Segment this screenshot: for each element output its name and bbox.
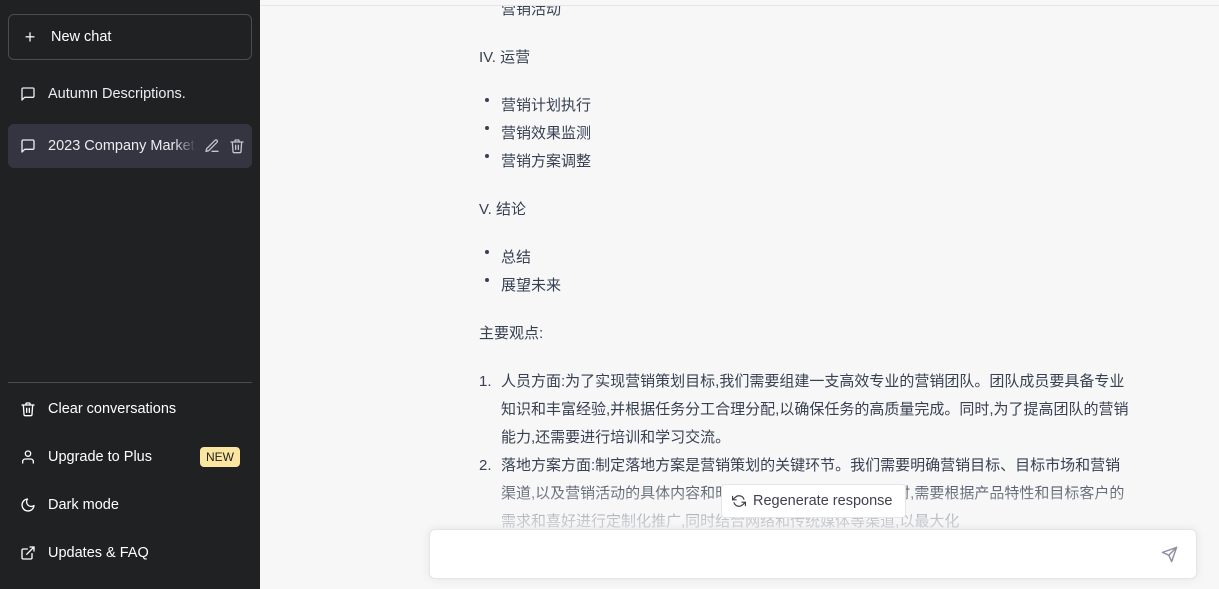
conversation-label: Autumn Descriptions. <box>48 86 186 102</box>
list-item: 营销方案调整 <box>501 153 592 170</box>
chat-bubble-icon <box>21 139 35 153</box>
sidebar-divider <box>8 382 252 383</box>
clear-conversations-label: Clear conversations <box>48 401 177 417</box>
list-item: 总结 <box>501 249 532 266</box>
bullet-icon <box>485 154 489 158</box>
section-heading-conclusion: V. 结论 <box>479 201 526 218</box>
conversation-item-autumn-descriptions[interactable]: Autumn Descriptions. <box>8 72 252 116</box>
new-chat-label: New chat <box>51 29 112 45</box>
chat-area: 营销活动 IV. 运营 营销计划执行 营销效果监测 营销方案调整 V. 结论 总… <box>260 6 1219 589</box>
conversation-label: 2023 Company Marketing <box>48 138 196 154</box>
delete-trash-icon[interactable] <box>229 138 245 154</box>
regenerate-label: Regenerate response <box>753 493 893 509</box>
list-item: 营销效果监测 <box>501 125 592 142</box>
bullet-icon <box>485 98 489 102</box>
regenerate-response-button[interactable]: Regenerate response <box>721 484 906 518</box>
list-number: 1. <box>479 373 492 390</box>
section-heading-operations: IV. 运营 <box>479 49 531 66</box>
list-number: 2. <box>479 457 492 474</box>
send-icon[interactable] <box>1161 546 1178 563</box>
upgrade-to-plus-button[interactable]: Upgrade to Plus NEW <box>8 435 252 479</box>
moon-icon <box>21 498 35 512</box>
point-paragraph: 人员方面:为了实现营销策划目标,我们需要组建一支高效专业的营销团队。团队成员要具… <box>501 373 1129 446</box>
bullet-icon <box>485 250 489 254</box>
bullet-icon <box>485 126 489 130</box>
main-points-heading: 主要观点: <box>479 325 544 342</box>
message-composer <box>429 529 1197 579</box>
message-input[interactable] <box>444 543 1148 571</box>
user-icon <box>22 450 34 464</box>
upgrade-to-plus-label: Upgrade to Plus <box>48 449 152 465</box>
bullet-icon <box>485 278 489 282</box>
list-item: 营销计划执行 <box>501 97 592 114</box>
list-item: 营销活动 <box>501 6 562 18</box>
conversation-item-company-marketing[interactable]: 2023 Company Marketing <box>8 124 252 168</box>
clear-conversations-button[interactable]: Clear conversations <box>8 387 252 431</box>
new-badge: NEW <box>200 447 240 467</box>
plus-icon: + <box>24 27 36 47</box>
sidebar: + New chat Autumn Descriptions. 2023 Com… <box>0 0 260 589</box>
updates-faq-link[interactable]: Updates & FAQ <box>8 531 252 575</box>
new-chat-button[interactable]: + New chat <box>8 14 252 60</box>
external-link-icon <box>21 546 35 560</box>
dark-mode-toggle[interactable]: Dark mode <box>8 483 252 527</box>
list-item: 展望未来 <box>501 277 562 294</box>
trash-icon <box>21 402 35 417</box>
refresh-icon <box>732 495 746 507</box>
chat-bubble-icon <box>21 87 35 101</box>
dark-mode-label: Dark mode <box>48 497 119 513</box>
updates-faq-label: Updates & FAQ <box>48 545 149 561</box>
edit-pencil-icon[interactable] <box>204 138 220 154</box>
